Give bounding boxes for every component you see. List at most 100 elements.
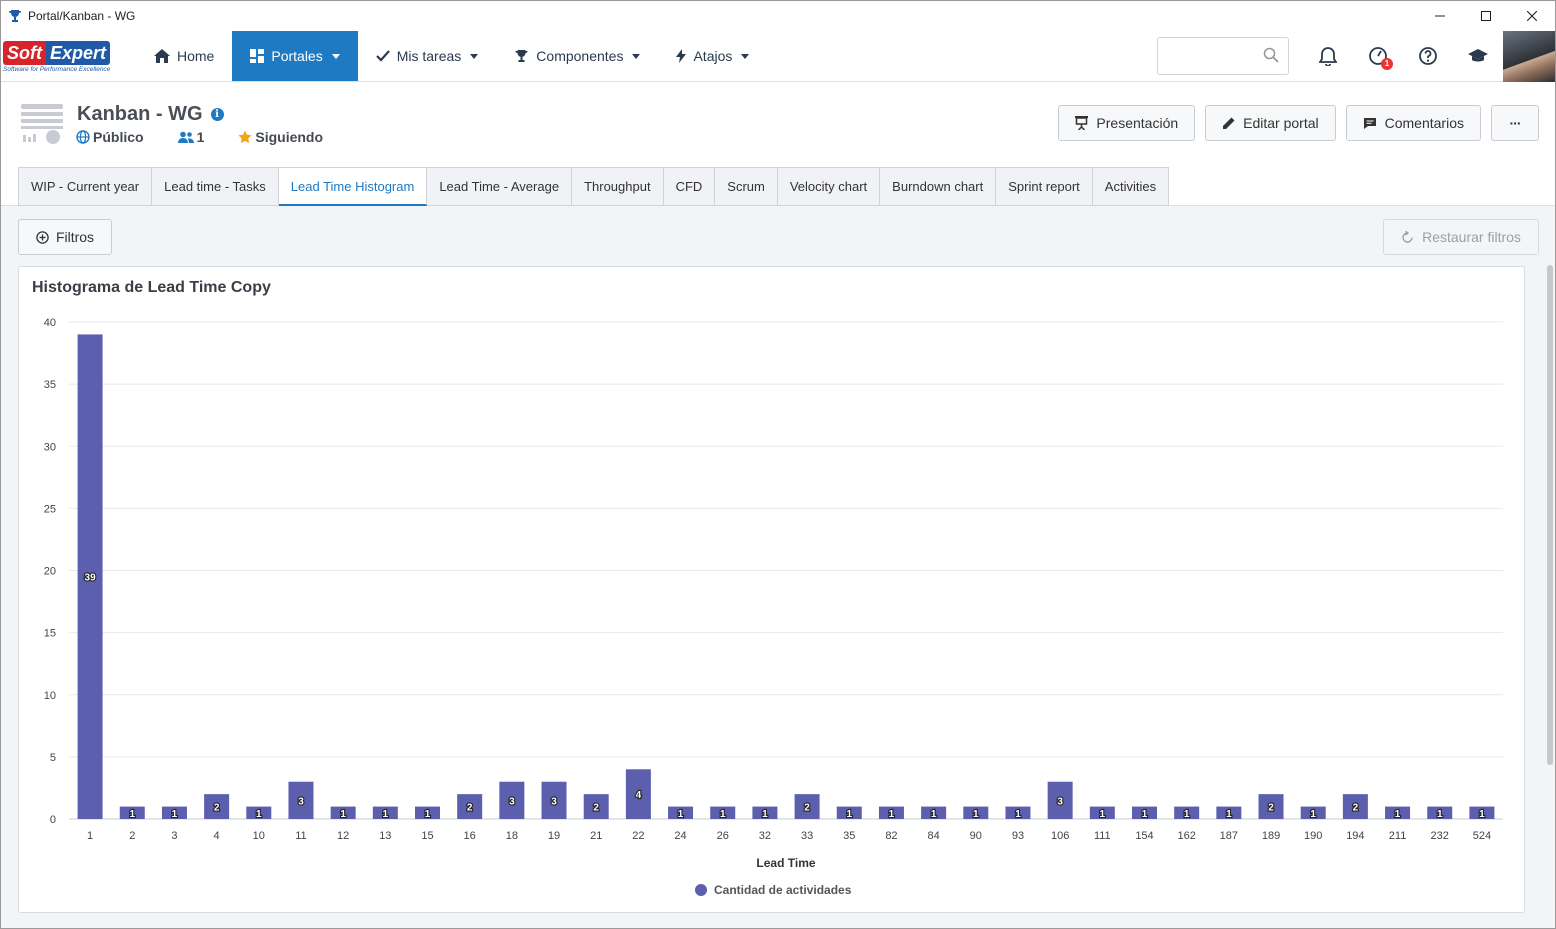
more-options-label: ···	[1509, 115, 1522, 131]
tab-cfd[interactable]: CFD	[663, 167, 716, 206]
page-title-text: Kanban - WG	[77, 103, 203, 125]
x-tick-label: 162	[1177, 830, 1195, 842]
nav-componentes[interactable]: Componentes	[496, 31, 658, 81]
app-window: Portal/Kanban - WG Soft Expert Software …	[0, 0, 1556, 929]
nav-home[interactable]: Home	[136, 31, 232, 81]
globe-icon	[76, 130, 90, 144]
presentation-label: Presentación	[1096, 115, 1179, 131]
edit-portal-button[interactable]: Editar portal	[1205, 105, 1336, 141]
x-tick-label: 26	[717, 830, 729, 842]
nav-mis-tareas-label: Mis tareas	[396, 48, 462, 64]
performance-button[interactable]: 1	[1353, 31, 1403, 82]
portal-dashboard-icon	[21, 104, 63, 144]
x-tick-label: 12	[337, 830, 349, 842]
x-tick-label: 3	[171, 830, 177, 842]
x-tick-label: 232	[1431, 830, 1449, 842]
data-label: 3	[1057, 796, 1063, 807]
help-button[interactable]	[1403, 31, 1453, 82]
tab-scrum[interactable]: Scrum	[715, 167, 778, 206]
pencil-icon	[1223, 117, 1235, 129]
maximize-button[interactable]	[1463, 1, 1509, 31]
notifications-button[interactable]	[1303, 31, 1353, 82]
tab-wip-current-year[interactable]: WIP - Current year	[18, 167, 153, 206]
x-axis-title: Lead Time	[756, 856, 815, 870]
data-label: 3	[509, 796, 515, 807]
x-tick-label: 35	[843, 830, 855, 842]
star-icon	[238, 130, 252, 144]
data-label: 2	[467, 803, 473, 814]
learning-button[interactable]	[1453, 31, 1503, 82]
softexpert-logo[interactable]: Soft Expert Software for Performance Exc…	[1, 31, 136, 82]
bell-icon	[1319, 47, 1337, 66]
x-tick-label: 82	[885, 830, 897, 842]
search-input[interactable]	[1164, 38, 1264, 74]
home-icon	[154, 49, 170, 63]
vertical-scrollbar[interactable]	[1547, 265, 1553, 765]
close-button[interactable]	[1509, 1, 1555, 31]
notification-badge: 1	[1381, 57, 1393, 70]
search-box	[1157, 37, 1289, 75]
data-label: 1	[973, 809, 979, 820]
more-options-button[interactable]: ···	[1491, 105, 1539, 141]
data-label: 2	[804, 803, 810, 814]
members-indicator[interactable]: 1	[177, 129, 204, 145]
data-label: 1	[1184, 809, 1190, 820]
y-tick-label: 25	[44, 503, 56, 515]
check-icon	[375, 50, 390, 62]
x-tick-label: 32	[759, 830, 771, 842]
maximize-icon	[1481, 11, 1491, 21]
page-title: Kanban - WG i	[77, 103, 224, 126]
data-label: 1	[129, 809, 135, 820]
x-tick-label: 1	[87, 830, 93, 842]
data-label: 1	[889, 809, 895, 820]
tab-lead-time-histogram[interactable]: Lead Time Histogram	[278, 167, 428, 206]
logo-expert: Expert	[46, 40, 111, 65]
x-tick-label: 2	[129, 830, 135, 842]
help-icon	[1419, 47, 1437, 65]
tab-sprint-report[interactable]: Sprint report	[996, 167, 1093, 206]
x-tick-label: 21	[590, 830, 602, 842]
tab-lead-time-tasks[interactable]: Lead time - Tasks	[152, 167, 279, 206]
chevron-down-icon	[741, 53, 750, 59]
lead-time-histogram-chart: 0510152025303540139213142101113121131151…	[44, 317, 1503, 897]
x-tick-label: 189	[1262, 830, 1280, 842]
data-label: 2	[593, 803, 599, 814]
visibility-label: Público	[93, 129, 144, 145]
restore-filters-button[interactable]: Restaurar filtros	[1383, 219, 1539, 255]
data-label: 2	[1353, 803, 1359, 814]
minimize-button[interactable]	[1417, 1, 1463, 31]
tab-burndown-chart[interactable]: Burndown chart	[880, 167, 997, 206]
nav-atajos-label: Atajos	[693, 48, 733, 64]
x-tick-label: 211	[1389, 830, 1407, 842]
top-navigation: Soft Expert Software for Performance Exc…	[1, 30, 1555, 82]
presentation-button[interactable]: Presentación	[1058, 105, 1196, 141]
user-avatar[interactable]	[1503, 30, 1555, 82]
info-icon[interactable]: i	[210, 108, 224, 121]
edit-portal-label: Editar portal	[1243, 115, 1319, 131]
portal-tabs: WIP - Current year Lead time - Tasks Lea…	[18, 167, 1170, 206]
nav-componentes-label: Componentes	[536, 48, 624, 64]
tab-velocity-chart[interactable]: Velocity chart	[777, 167, 881, 206]
minimize-icon	[1435, 15, 1445, 17]
comments-button[interactable]: Comentarios	[1345, 105, 1481, 141]
data-label: 1	[1395, 809, 1401, 820]
data-label: 1	[762, 809, 768, 820]
logo-soft: Soft	[3, 40, 46, 65]
tab-lead-time-average[interactable]: Lead Time - Average	[427, 167, 573, 206]
close-icon	[1527, 11, 1537, 21]
data-label: 1	[256, 809, 262, 820]
data-label: 39	[85, 573, 97, 584]
nav-atajos[interactable]: Atajos	[658, 31, 767, 81]
search-icon[interactable]	[1263, 47, 1279, 63]
x-tick-label: 24	[674, 830, 686, 842]
x-tick-label: 22	[632, 830, 644, 842]
y-tick-label: 5	[50, 752, 56, 764]
data-label: 1	[678, 809, 684, 820]
tab-activities[interactable]: Activities	[1092, 167, 1170, 206]
tab-throughput[interactable]: Throughput	[572, 167, 664, 206]
following-indicator[interactable]: Siguiendo	[238, 129, 323, 145]
nav-portales[interactable]: Portales	[232, 31, 358, 81]
filters-button[interactable]: Filtros	[18, 219, 112, 255]
data-label: 2	[1268, 803, 1274, 814]
nav-mis-tareas[interactable]: Mis tareas	[358, 31, 497, 81]
